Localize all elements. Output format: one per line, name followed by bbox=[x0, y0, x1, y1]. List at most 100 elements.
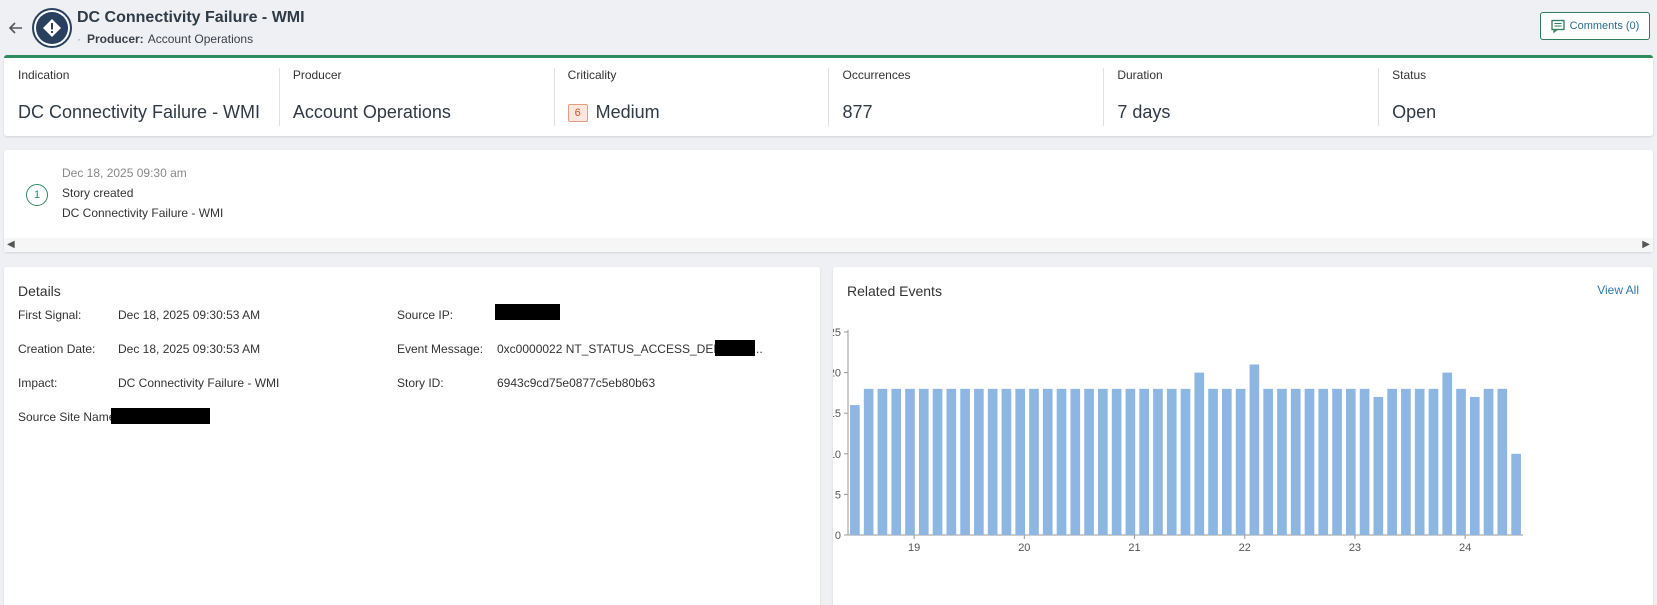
event-bar bbox=[918, 388, 929, 535]
producer-value: Account Operations bbox=[147, 32, 254, 46]
first-signal-value: Dec 18, 2025 09:30:53 AM bbox=[118, 308, 261, 322]
summary-status: Status Open bbox=[1378, 58, 1653, 136]
redacted-source-site bbox=[111, 408, 210, 424]
event-bar bbox=[1497, 388, 1508, 535]
back-arrow-icon[interactable] bbox=[6, 18, 26, 38]
event-bar bbox=[1469, 396, 1480, 535]
timeline-scrollbar[interactable]: ◀ ▶ bbox=[4, 238, 1653, 252]
story-id-label: Story ID: bbox=[397, 376, 444, 390]
event-bar bbox=[863, 388, 874, 535]
summary-occurrences: Occurrences 877 bbox=[828, 58, 1103, 136]
y-tick-label: 0 bbox=[835, 530, 841, 542]
comment-icon bbox=[1551, 19, 1565, 33]
event-message-label: Event Message: bbox=[397, 342, 484, 356]
creation-date-value: Dec 18, 2025 09:30:53 AM bbox=[118, 342, 261, 356]
source-ip-label: Source IP: bbox=[397, 308, 454, 322]
event-bar bbox=[1222, 388, 1232, 535]
alert-icon bbox=[32, 8, 72, 48]
event-bar bbox=[1456, 388, 1466, 535]
story-id-value: 6943c9cd75e0877c5eb80b63 bbox=[497, 376, 656, 390]
summary-value: 877 bbox=[842, 102, 873, 122]
redacted-event-message bbox=[715, 340, 755, 356]
y-tick-label: 5 bbox=[835, 489, 841, 501]
comments-button[interactable]: Comments (0) bbox=[1540, 12, 1650, 40]
scroll-right-icon[interactable]: ▶ bbox=[1642, 239, 1650, 250]
related-events-card: Related Events View All 0510152025192021… bbox=[833, 267, 1653, 605]
page-header: DC Connectivity Failure - WMI · Producer:… bbox=[0, 0, 1657, 55]
event-bar bbox=[1249, 364, 1260, 535]
event-bar bbox=[1098, 388, 1108, 535]
summary-value: Account Operations bbox=[292, 102, 451, 122]
bullet-dot: · bbox=[77, 32, 81, 46]
event-bar bbox=[1001, 388, 1012, 535]
event-bar bbox=[1359, 388, 1370, 535]
details-card: Details First Signal: Dec 18, 2025 09:30… bbox=[4, 267, 820, 605]
source-site-label: Source Site Name: bbox=[18, 410, 119, 424]
details-title: Details bbox=[18, 283, 61, 299]
y-tick-label: 20 bbox=[833, 368, 841, 380]
event-bar bbox=[974, 388, 984, 535]
event-bar bbox=[1387, 388, 1397, 535]
event-bar bbox=[1180, 388, 1191, 535]
scroll-left-icon[interactable]: ◀ bbox=[7, 239, 15, 250]
comments-label: Comments (0) bbox=[1569, 20, 1640, 32]
event-bar bbox=[1042, 388, 1053, 535]
event-bar bbox=[1070, 388, 1081, 535]
summary-value-row: 6 Medium bbox=[567, 102, 815, 123]
event-bar bbox=[1332, 388, 1342, 535]
event-bar bbox=[1401, 388, 1411, 535]
y-tick-label: 15 bbox=[833, 408, 841, 420]
event-bar bbox=[1166, 388, 1177, 535]
producer-label: Producer: bbox=[87, 32, 144, 46]
event-bar bbox=[987, 388, 998, 535]
impact-value: DC Connectivity Failure - WMI bbox=[118, 376, 280, 390]
x-tick-label: 22 bbox=[1239, 542, 1251, 554]
event-bar bbox=[1511, 453, 1521, 535]
event-bar bbox=[1015, 388, 1026, 535]
summary-label: Duration bbox=[1117, 68, 1163, 82]
event-bar bbox=[1304, 388, 1315, 535]
redacted-source-ip bbox=[495, 304, 560, 320]
first-signal-label: First Signal: bbox=[18, 308, 82, 322]
event-bar bbox=[1153, 388, 1163, 535]
timeline-event: Story created bbox=[62, 186, 134, 200]
event-bar bbox=[1084, 388, 1094, 535]
event-bar bbox=[1428, 388, 1439, 535]
x-tick-label: 24 bbox=[1459, 542, 1471, 554]
event-bar bbox=[1318, 388, 1329, 535]
event-bar bbox=[1483, 388, 1494, 535]
summary-indication: Indication DC Connectivity Failure - WMI bbox=[4, 58, 279, 136]
event-bar bbox=[1373, 396, 1384, 535]
x-tick-label: 19 bbox=[908, 542, 920, 554]
event-message-value: 0xc0000022 NT_STATUS_ACCESS_DENIED ( bbox=[497, 342, 715, 356]
summary-label: Status bbox=[1392, 68, 1427, 82]
event-bar bbox=[1235, 388, 1246, 535]
summary-producer: Producer Account Operations bbox=[278, 58, 554, 136]
story-timeline: 1 Dec 18, 2025 09:30 am Story created DC… bbox=[4, 150, 1653, 252]
event-bar bbox=[1194, 372, 1205, 535]
event-bar bbox=[1111, 388, 1122, 535]
ellipsis: .. bbox=[756, 342, 763, 356]
summary-card: Indication DC Connectivity Failure - WMI… bbox=[4, 55, 1653, 136]
event-bar bbox=[960, 388, 970, 535]
timeline-story-name: DC Connectivity Failure - WMI bbox=[62, 206, 224, 220]
summary-duration: Duration 7 days bbox=[1103, 58, 1378, 136]
event-bar bbox=[1290, 388, 1301, 535]
related-events-chart: 0 5 10 15 20 25 19 20 21 22 23 24 bbox=[833, 327, 1523, 554]
criticality-badge: 6 bbox=[567, 103, 588, 122]
event-bar bbox=[850, 405, 860, 535]
event-bar bbox=[946, 388, 957, 535]
event-bar bbox=[905, 388, 915, 535]
timeline-step-number[interactable]: 1 bbox=[26, 184, 48, 206]
event-bar bbox=[1277, 388, 1287, 535]
event-bar bbox=[1442, 372, 1453, 535]
creation-date-label: Creation Date: bbox=[18, 342, 96, 356]
summary-value: Open bbox=[1392, 102, 1437, 122]
x-tick-label: 21 bbox=[1128, 542, 1140, 554]
event-bar bbox=[1208, 388, 1218, 535]
event-bar bbox=[1345, 388, 1356, 535]
summary-value: Medium bbox=[595, 102, 660, 122]
timeline-date: Dec 18, 2025 09:30 am bbox=[62, 166, 187, 180]
y-tick-label: 10 bbox=[833, 449, 841, 461]
producer-line: · Producer: Account Operations bbox=[77, 32, 253, 46]
